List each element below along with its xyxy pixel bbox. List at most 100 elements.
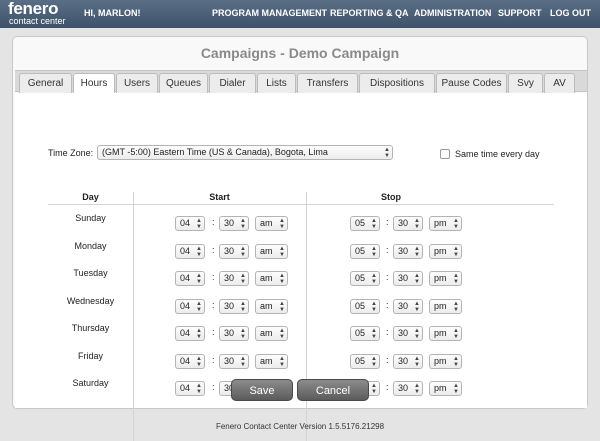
- hours-grid: Day Start Stop Sunday 04 ▲ ▼:30 ▲ ▼ am ▲ ▼ 05 ▲ ▼:3…: [48, 192, 554, 441]
- start-ampm-select[interactable]: am ▲▼: [255, 271, 288, 286]
- start-minute-select[interactable]: 30 ▲▼: [219, 216, 249, 231]
- stop-hour-select[interactable]: 05 ▲▼: [350, 216, 380, 231]
- start-minute-select[interactable]: 30 ▲▼: [219, 271, 249, 286]
- start-ampm-select[interactable]: am ▲▼: [255, 243, 288, 259]
- select-arrow-icon: ▲▼: [279, 245, 285, 258]
- tab-queues[interactable]: Queues: [159, 73, 208, 94]
- stop-ampm-select[interactable]: pm ▲ ▼: [429, 243, 462, 259]
- nav-log-out[interactable]: LOG OUT: [550, 8, 591, 18]
- stop-time-separator: :: [386, 327, 389, 337]
- cancel-button[interactable]: Cancel: [297, 379, 369, 401]
- stop-ampm-select-value: pm: [434, 383, 447, 393]
- start-time-separator: :: [212, 299, 215, 310]
- nav-support[interactable]: SUPPORT: [498, 8, 542, 18]
- select-arrow-icon: ▲▼: [371, 218, 377, 230]
- start-hour-select[interactable]: 04 ▲ ▼: [175, 381, 205, 396]
- stop-hour-select[interactable]: 05 ▲▼: [350, 298, 380, 314]
- select-arrow-icon: ▲▼: [371, 300, 377, 313]
- select-arrow-icon: ▲▼: [240, 328, 246, 340]
- stop-ampm-select-value: pm: [434, 300, 447, 311]
- day-label: Friday: [77, 350, 103, 361]
- start-time-separator: :: [212, 244, 215, 255]
- stop-hour-select[interactable]: 05 ▲▼: [350, 326, 380, 341]
- select-arrow-icon: ▲▼: [196, 245, 202, 258]
- select-arrow-icon: ▲▼: [414, 245, 420, 258]
- start-ampm-select[interactable]: am ▲▼: [255, 298, 288, 314]
- page-title: Campaigns - Demo Campaign: [200, 45, 400, 61]
- start-hour-select[interactable]: 04 ▲ ▼: [175, 326, 205, 341]
- stop-minute-select[interactable]: 30 ▲ ▼: [393, 216, 423, 231]
- start-ampm-select-value: am: [260, 245, 273, 256]
- stop-minute-select[interactable]: 30 ▲ ▼: [393, 353, 423, 369]
- fenero-logo[interactable]: fenero contact center: [8, 0, 66, 26]
- tab-transfers[interactable]: Transfers: [297, 73, 358, 94]
- tab-lists[interactable]: Lists: [257, 73, 296, 94]
- tab-dialer[interactable]: Dialer: [209, 73, 256, 94]
- column-header-start: Start: [209, 192, 230, 202]
- tab-pause-codes[interactable]: Pause Codes: [436, 73, 507, 94]
- tab-hours[interactable]: Hours: [73, 73, 115, 95]
- tab-general[interactable]: General: [19, 73, 72, 94]
- stop-hour-select[interactable]: 05 ▲▼: [350, 271, 380, 286]
- select-arrow-icon: ▲▼: [414, 218, 420, 230]
- start-hour-select[interactable]: 04 ▲ ▼: [175, 353, 205, 369]
- top-nav-bar: fenero contact center HI, MARLON! PROGRA…: [0, 0, 600, 28]
- start-time-separator: :: [212, 354, 215, 365]
- tab-dispositions[interactable]: Dispositions: [359, 73, 435, 94]
- stop-minute-select[interactable]: 30 ▲ ▼: [393, 381, 423, 396]
- stop-minute-select[interactable]: 30 ▲ ▼: [393, 243, 423, 259]
- select-arrow-icon: ▲▼: [279, 273, 285, 285]
- nav-administration[interactable]: ADMINISTRATION: [414, 8, 491, 18]
- stop-ampm-select[interactable]: pm ▲ ▼: [429, 298, 462, 314]
- tab-av[interactable]: AV: [544, 73, 575, 94]
- start-hour-select-value: 04: [180, 300, 191, 311]
- start-hour-select-value: 04: [180, 383, 191, 393]
- hours-tab-content: Time Zone: (GMT -5:00) Eastern Time (US …: [15, 93, 587, 441]
- campaign-panel: Campaigns - Demo Campaign General Hours …: [12, 36, 588, 441]
- stop-ampm-select[interactable]: pm ▲ ▼: [429, 381, 462, 396]
- start-hour-select[interactable]: 04 ▲ ▼: [175, 271, 205, 286]
- select-arrow-icon: ▲▼: [453, 328, 459, 340]
- stop-minute-select[interactable]: 30 ▲ ▼: [393, 271, 423, 286]
- save-button[interactable]: Save: [231, 379, 293, 401]
- stop-minute-select[interactable]: 30 ▲ ▼: [393, 298, 423, 314]
- start-minute-select[interactable]: 30 ▲▼: [219, 298, 249, 314]
- stop-ampm-select[interactable]: pm ▲ ▼: [429, 353, 462, 369]
- same-time-label: Same time every day: [455, 149, 540, 159]
- start-minute-select-value: 30: [224, 300, 235, 311]
- select-arrow-icon: ▲▼: [279, 328, 285, 340]
- nav-reporting-qa[interactable]: REPORTING & QA: [330, 8, 409, 18]
- select-arrow-icon: ▲▼: [240, 245, 246, 258]
- stop-minute-select-value: 30: [398, 218, 409, 228]
- start-hour-select[interactable]: 04 ▲ ▼: [175, 298, 205, 314]
- start-minute-select[interactable]: 30 ▲▼: [219, 326, 249, 341]
- timezone-value: (GMT -5:00) Eastern Time (US & Canada), …: [102, 147, 328, 157]
- start-minute-select-value: 30: [224, 245, 235, 256]
- stop-ampm-select[interactable]: pm ▲ ▼: [429, 326, 462, 341]
- select-arrow-icon: ▲▼: [453, 218, 459, 230]
- stop-minute-select-value: 30: [398, 273, 409, 283]
- start-hour-select[interactable]: 04 ▲ ▼: [175, 243, 205, 259]
- start-hour-select[interactable]: 04 ▲ ▼: [175, 216, 205, 231]
- stop-ampm-select[interactable]: pm ▲ ▼: [429, 271, 462, 286]
- user-greeting: HI, MARLON!: [84, 8, 141, 18]
- stop-hour-select[interactable]: 05 ▲▼: [350, 353, 380, 369]
- stop-hour-select[interactable]: 05 ▲▼: [350, 243, 380, 259]
- logo-subtitle: contact center: [9, 16, 66, 26]
- stop-hour-select-value: 05: [355, 300, 366, 311]
- same-time-checkbox[interactable]: [440, 149, 450, 159]
- tab-svy[interactable]: Svy: [508, 73, 543, 94]
- stop-ampm-select-value: pm: [434, 355, 447, 366]
- stop-ampm-select[interactable]: pm ▲ ▼: [429, 216, 462, 231]
- stop-time-separator: :: [386, 382, 389, 392]
- start-minute-select[interactable]: 30 ▲▼: [219, 243, 249, 259]
- stop-hour-select-value: 05: [355, 355, 366, 366]
- start-minute-select[interactable]: 30 ▲▼: [219, 353, 249, 369]
- tab-users[interactable]: Users: [116, 73, 158, 94]
- start-ampm-select[interactable]: am ▲▼: [255, 216, 288, 231]
- nav-program-management[interactable]: PROGRAM MANAGEMENT: [212, 8, 327, 18]
- start-ampm-select[interactable]: am ▲▼: [255, 353, 288, 369]
- timezone-select[interactable]: (GMT -5:00) Eastern Time (US & Canada), …: [97, 145, 393, 160]
- start-ampm-select[interactable]: am ▲▼: [255, 326, 288, 341]
- stop-minute-select[interactable]: 30 ▲ ▼: [393, 326, 423, 341]
